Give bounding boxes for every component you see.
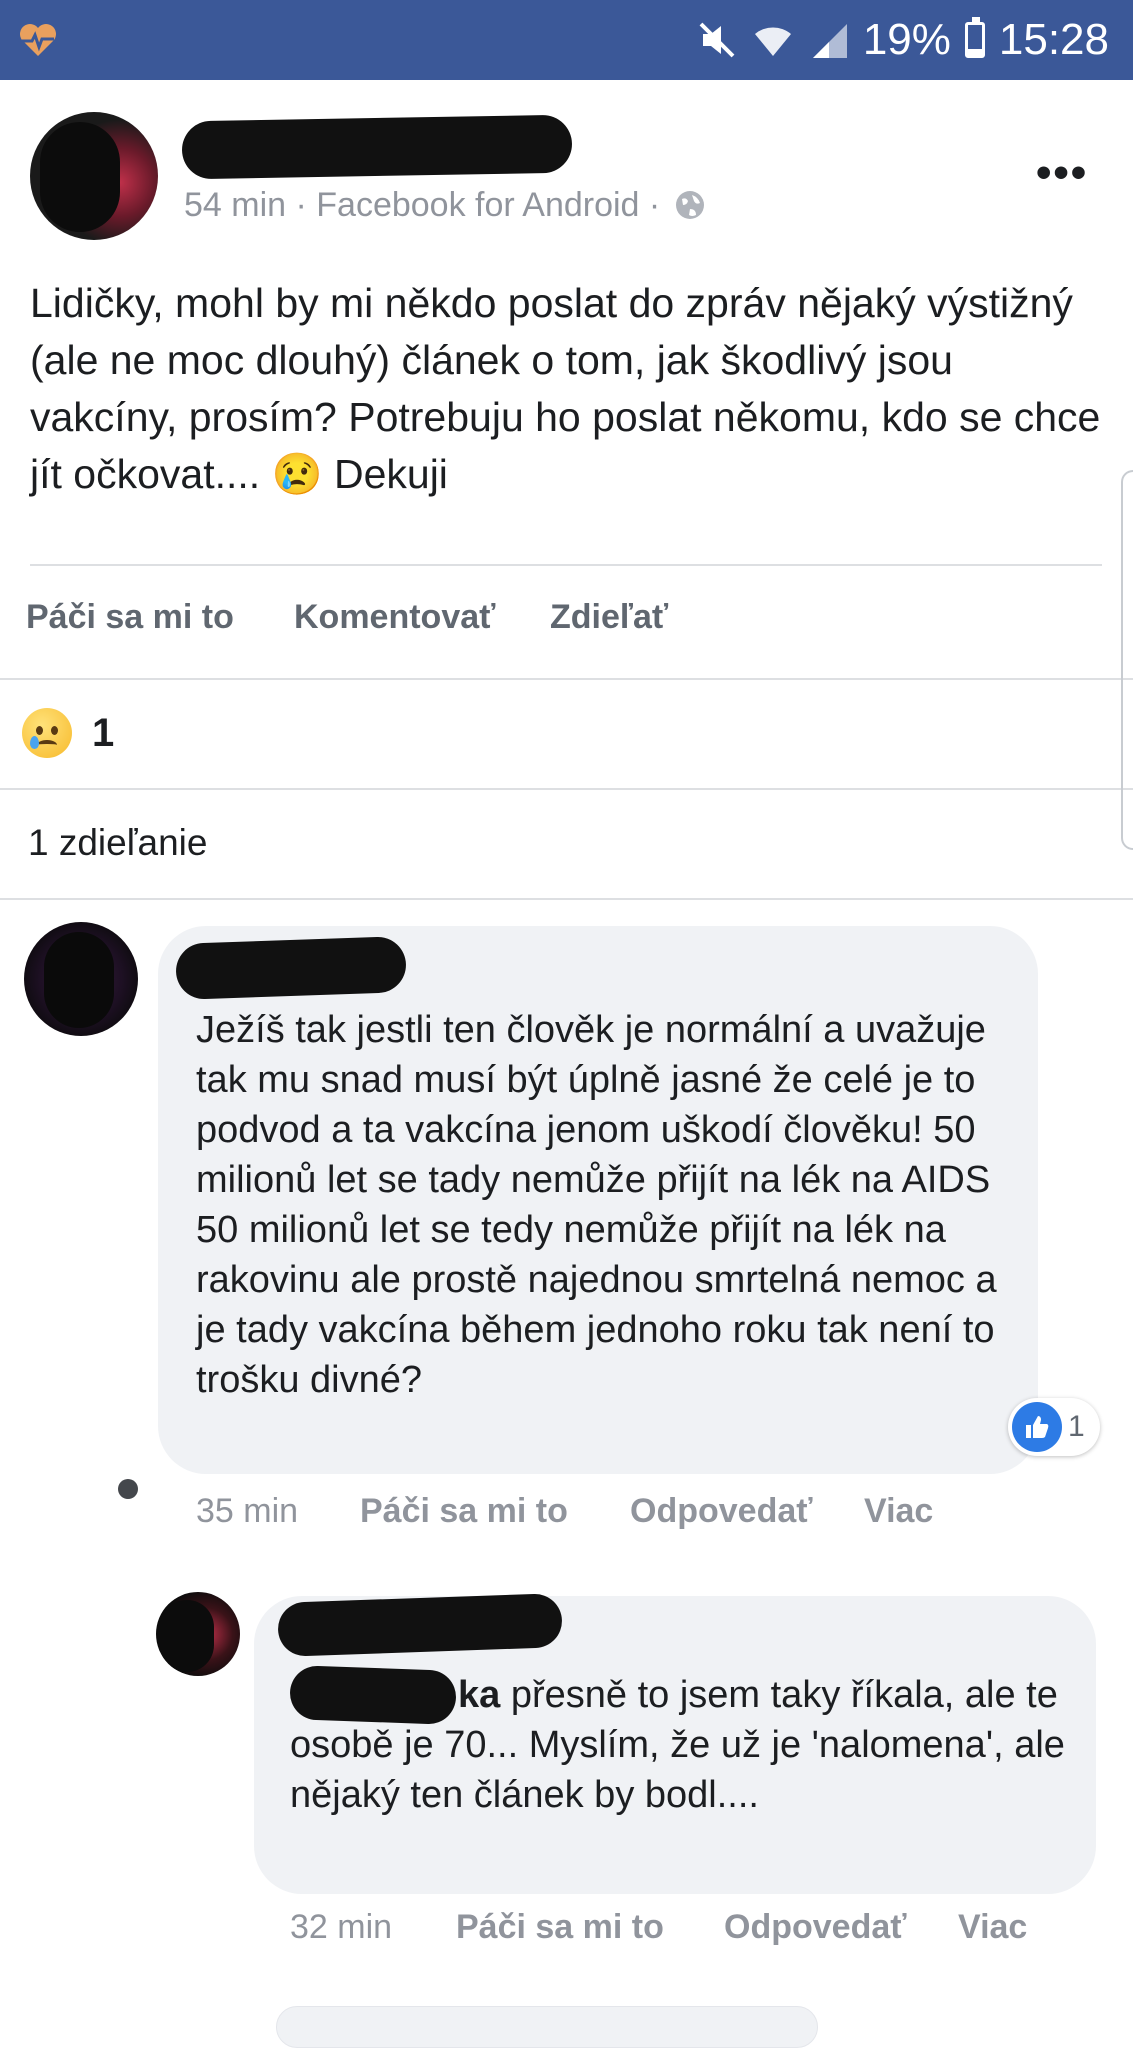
clock: 15:28 <box>998 15 1109 64</box>
post-divider <box>30 564 1102 566</box>
like-button[interactable]: Páči sa mi to <box>26 598 234 637</box>
post-meta: 54 min · Facebook for Android · <box>184 186 706 225</box>
redacted-commenter-name <box>175 936 407 1000</box>
heart-pulse-icon <box>20 24 56 56</box>
reply-more-button[interactable]: Viac <box>958 1908 1027 1947</box>
post-text: Lidičky, mohl by mi někdo poslat do zprá… <box>30 280 1101 497</box>
reply-meta: 32 min Páči sa mi to Odpovedať Viac <box>290 1908 1027 1947</box>
author-avatar[interactable] <box>30 112 158 240</box>
reaction-count: 1 <box>92 710 115 755</box>
commenter-avatar[interactable] <box>24 922 138 1036</box>
reply-reply-button[interactable]: Odpovedať <box>724 1908 907 1947</box>
reply-like-button[interactable]: Páči sa mi to <box>456 1908 664 1947</box>
post-time-source: 54 min · Facebook for Android · <box>184 186 661 224</box>
reactions-summary[interactable]: 1 <box>22 708 114 758</box>
status-bar: 19% 15:28 <box>0 0 1133 80</box>
comment-time: 35 min <box>196 1492 299 1530</box>
reply-text: ka přesně to jsem taky říkala, ale te os… <box>290 1670 1080 1820</box>
actions-divider <box>0 678 1133 680</box>
reply-time: 32 min <box>290 1908 393 1946</box>
comment-like-button[interactable]: Páči sa mi to <box>360 1492 568 1531</box>
redacted-replier-name <box>277 1593 563 1657</box>
online-dot <box>118 1479 138 1499</box>
shares-divider <box>0 898 1133 900</box>
comment-text: Ježíš tak jestli ten člověk je normální … <box>196 1009 997 1401</box>
more-options-button[interactable]: ••• <box>1036 148 1088 198</box>
redacted-author-name <box>181 114 573 180</box>
comment-reply-button[interactable]: Odpovedať <box>630 1492 813 1531</box>
like-icon <box>1012 1402 1062 1452</box>
reactions-divider <box>0 788 1133 790</box>
comment-more-button[interactable]: Viac <box>864 1492 933 1531</box>
comment-meta: 35 min Páči sa mi to Odpovedať Viac <box>196 1492 933 1531</box>
sad-reaction-icon <box>22 708 72 758</box>
comment-like-count: 1 <box>1068 1410 1085 1443</box>
globe-icon <box>675 191 704 219</box>
comment-button[interactable]: Komentovať <box>294 598 495 637</box>
share-count[interactable]: 1 zdieľanie <box>28 822 207 864</box>
battery-percent: 19% <box>862 15 951 64</box>
share-button[interactable]: Zdieľať <box>550 598 668 637</box>
reply-mention[interactable]: ka <box>290 1674 500 1716</box>
next-comment-bubble-partial <box>276 2006 818 2048</box>
battery-icon <box>964 17 985 58</box>
mute-icon <box>699 22 735 58</box>
wifi-icon <box>754 27 791 56</box>
comment-like-badge[interactable]: 1 <box>1008 1398 1100 1456</box>
signal-icon <box>812 24 847 58</box>
replier-avatar[interactable] <box>156 1592 240 1676</box>
scroll-indicator <box>1121 470 1133 850</box>
